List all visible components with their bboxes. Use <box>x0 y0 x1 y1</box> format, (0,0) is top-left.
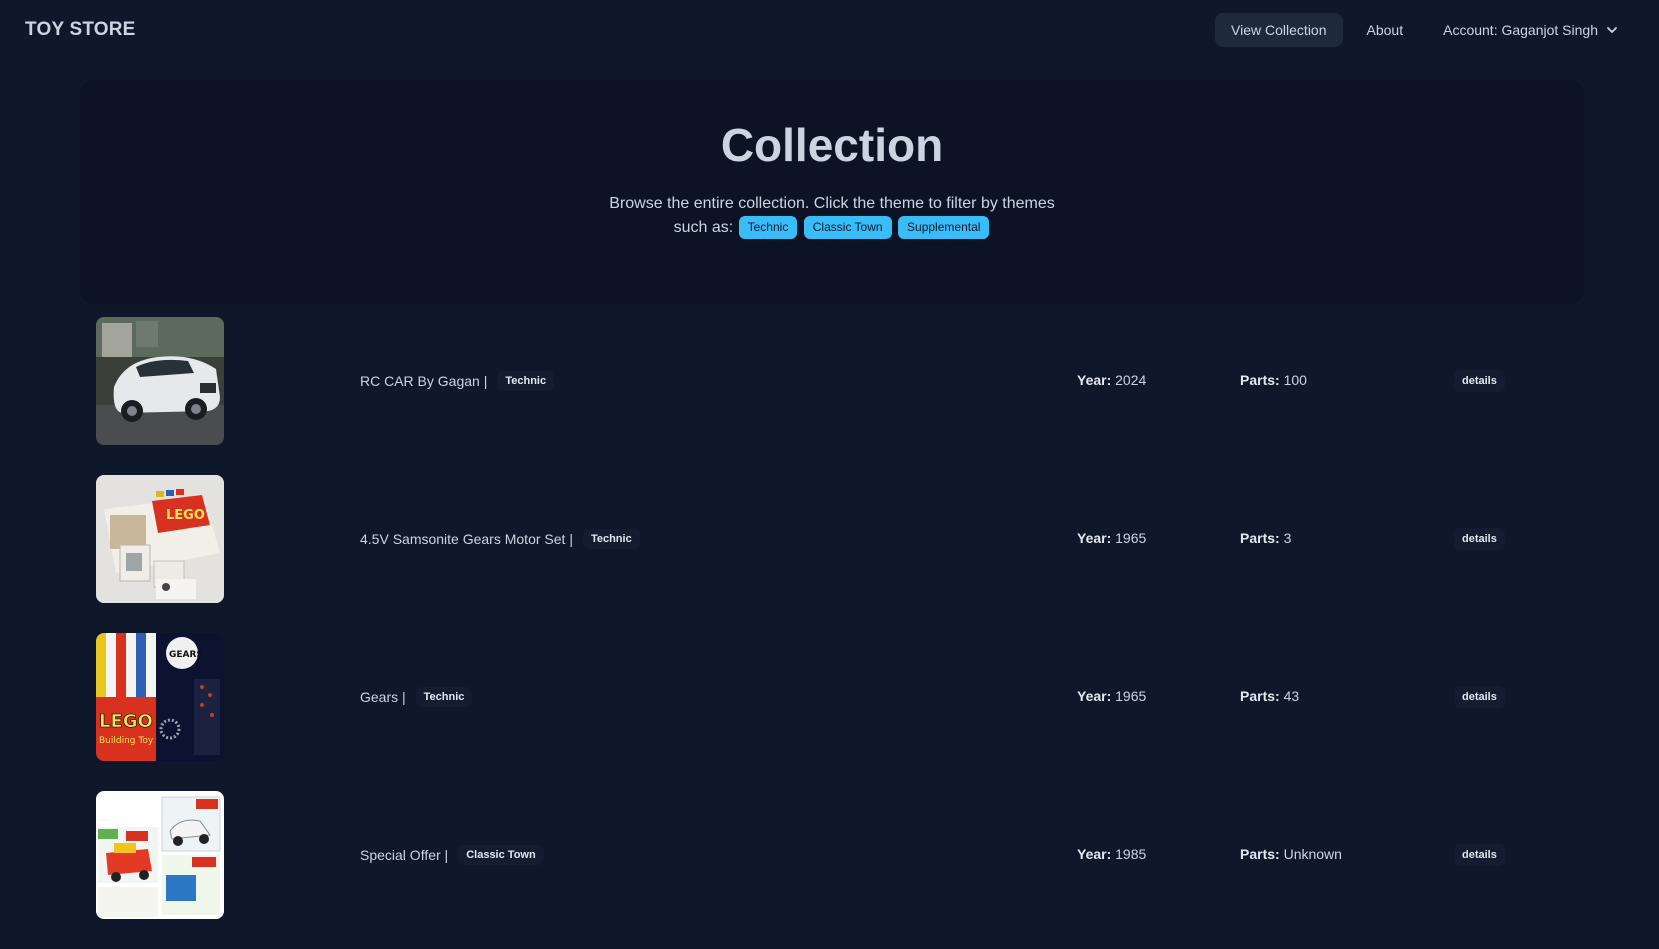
details-button[interactable]: details <box>1454 844 1505 866</box>
list-item: Special Offer | Classic Town Year: 1985 … <box>96 791 1566 949</box>
parts-label: Parts: <box>1240 372 1280 388</box>
set-year: Year: 2024 <box>1077 372 1146 388</box>
details-button[interactable]: details <box>1454 686 1505 708</box>
parts-label: Parts: <box>1240 688 1280 704</box>
list-item: LEGO Building Toy GEARS Gears | Technic … <box>96 633 1566 791</box>
set-title: Gears | Technic <box>360 685 473 709</box>
svg-text:LEGO: LEGO <box>166 508 205 523</box>
set-theme-tag[interactable]: Technic <box>497 371 555 391</box>
svg-text:GEARS: GEARS <box>169 650 203 660</box>
theme-filter-classic-town[interactable]: Classic Town <box>803 216 892 240</box>
account-dropdown[interactable]: Account: Gaganjot Singh <box>1427 13 1634 47</box>
set-year: Year: 1965 <box>1077 530 1146 546</box>
list-item: LEGO 4.5V Samsonite Gears Motor Set | Te… <box>96 475 1566 633</box>
parts-value: 43 <box>1283 688 1300 704</box>
year-label: Year: <box>1077 372 1112 388</box>
brand-logo[interactable]: TOY STORE <box>25 19 136 41</box>
set-parts: Parts: Unknown <box>1240 846 1342 862</box>
set-name: Gears | <box>360 689 406 705</box>
parts-value: Unknown <box>1283 846 1342 862</box>
account-label: Account: Gaganjot Singh <box>1443 22 1598 38</box>
parts-label: Parts: <box>1240 530 1280 546</box>
nav-about[interactable]: About <box>1351 13 1420 47</box>
set-image: LEGO <box>96 475 224 603</box>
list-item: RC CAR By Gagan | Technic Year: 2024 Par… <box>96 317 1566 475</box>
set-theme-tag[interactable]: Classic Town <box>458 845 544 865</box>
parts-label: Parts: <box>1240 846 1280 862</box>
hero-description: Browse the entire collection. Click the … <box>602 192 1062 240</box>
theme-filter-supplemental[interactable]: Supplemental <box>898 216 990 240</box>
year-value: 2024 <box>1115 372 1147 388</box>
nav-view-collection[interactable]: View Collection <box>1215 13 1343 47</box>
year-value: 1985 <box>1115 846 1147 862</box>
parts-value: 3 <box>1283 530 1292 546</box>
theme-filter-technic[interactable]: Technic <box>738 216 798 240</box>
set-title: RC CAR By Gagan | Technic <box>360 369 555 393</box>
set-image: LEGO Building Toy GEARS <box>96 633 224 761</box>
set-image <box>96 791 224 919</box>
year-label: Year: <box>1077 846 1112 862</box>
svg-text:LEGO: LEGO <box>99 711 153 732</box>
details-button[interactable]: details <box>1454 370 1505 392</box>
collection-hero: Collection Browse the entire collection.… <box>80 80 1584 304</box>
chevron-down-icon <box>1607 27 1617 33</box>
svg-text:Building Toy: Building Toy <box>99 736 154 746</box>
year-label: Year: <box>1077 530 1112 546</box>
set-parts: Parts: 43 <box>1240 688 1299 704</box>
set-name: 4.5V Samsonite Gears Motor Set | <box>360 531 573 547</box>
parts-value: 100 <box>1283 372 1307 388</box>
set-year: Year: 1965 <box>1077 688 1146 704</box>
set-name: Special Offer | <box>360 847 449 863</box>
details-button[interactable]: details <box>1454 528 1505 550</box>
year-value: 1965 <box>1115 530 1147 546</box>
set-image <box>96 317 224 445</box>
collection-list: RC CAR By Gagan | Technic Year: 2024 Par… <box>96 317 1566 949</box>
page-title: Collection <box>720 119 944 171</box>
set-parts: Parts: 3 <box>1240 530 1291 546</box>
set-theme-tag[interactable]: Technic <box>415 687 473 707</box>
set-theme-tag[interactable]: Technic <box>582 529 640 549</box>
set-parts: Parts: 100 <box>1240 372 1307 388</box>
navbar: TOY STORE View Collection About Account:… <box>0 0 1659 60</box>
set-title: 4.5V Samsonite Gears Motor Set | Technic <box>360 527 640 551</box>
set-title: Special Offer | Classic Town <box>360 843 544 867</box>
set-year: Year: 1985 <box>1077 846 1146 862</box>
set-name: RC CAR By Gagan | <box>360 373 488 389</box>
nav-menu: View Collection About Account: Gaganjot … <box>1215 13 1634 47</box>
year-value: 1965 <box>1115 688 1147 704</box>
year-label: Year: <box>1077 688 1112 704</box>
